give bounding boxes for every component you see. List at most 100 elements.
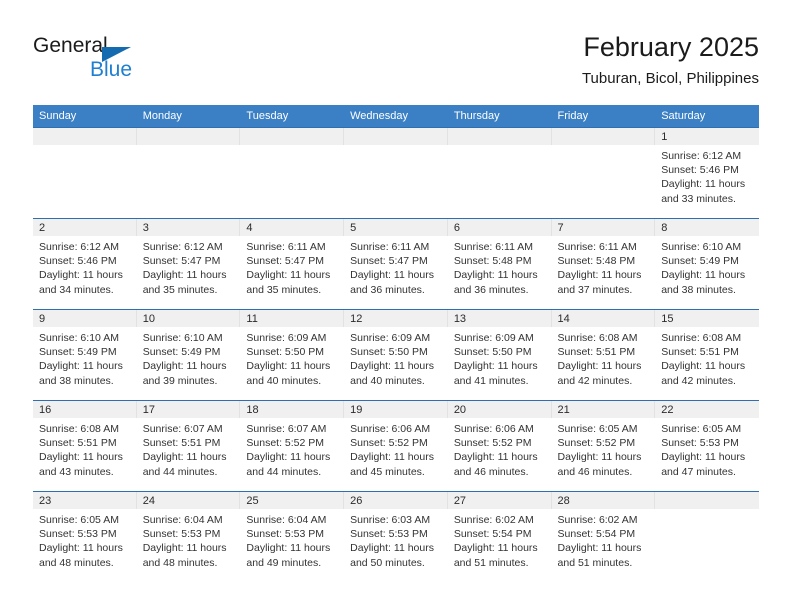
sunset-text: Sunset: 5:50 PM [246,346,325,359]
daylight-text-line1: Daylight: 11 hours [246,269,331,282]
daylight-text-line2: and 45 minutes. [350,465,425,478]
day-number [552,128,655,130]
calendar-day-cell[interactable]: 10 Sunrise: 6:10 AM Sunset: 5:49 PM Dayligh… [136,309,241,401]
sunset-text: Sunset: 5:47 PM [246,255,325,268]
sunrise-text: Sunrise: 6:07 AM [142,423,223,435]
sunrise-text: Sunrise: 6:07 AM [246,423,327,435]
day-number-band: 10 [136,310,241,327]
calendar-day-cell[interactable]: 20 Sunrise: 6:06 AM Sunset: 5:52 PM Dayligh… [447,400,552,492]
day-number: 20 [453,404,467,416]
day-number-band: 21 [551,401,656,418]
daylight-text-line1: Daylight: 11 hours [142,269,227,282]
calendar-day-cell[interactable]: 16 Sunrise: 6:08 AM Sunset: 5:51 PM Dayligh… [33,400,137,492]
day-number [655,492,759,494]
daylight-text-line1: Daylight: 11 hours [453,451,538,464]
day-number-band: 4 [240,219,345,236]
daylight-text-line2: and 40 minutes. [246,374,322,387]
sunrise-text: Sunrise: 6:04 AM [246,514,327,526]
sunrise-text: Sunrise: 6:09 AM [453,332,534,344]
calendar-week-row: 16 Sunrise: 6:08 AM Sunset: 5:51 PM Dayligh… [33,400,759,492]
day-cell-inner: 27 Sunrise: 6:02 AM Sunset: 5:54 PM Dayligh… [447,492,552,582]
calendar-day-cell[interactable]: 1 Sunrise: 6:12 AM Sunset: 5:46 PM Daylight… [655,127,759,219]
day-number-band: 13 [447,310,552,327]
daylight-text-line1: Daylight: 11 hours [350,542,434,555]
daylight-text-line1: Daylight: 11 hours [142,451,227,464]
calendar-day-cell[interactable]: 12 Sunrise: 6:09 AM Sunset: 5:50 PM Dayligh… [344,309,448,401]
calendar-day-cell[interactable]: 19 Sunrise: 6:06 AM Sunset: 5:52 PM Dayligh… [344,400,448,492]
day-number [344,128,447,130]
daylight-text-line1: Daylight: 11 hours [39,451,123,464]
day-number: 23 [39,495,52,507]
day-cell-inner [33,128,137,218]
calendar-day-cell[interactable]: 21 Sunrise: 6:05 AM Sunset: 5:52 PM Dayligh… [551,400,656,492]
sunrise-text: Sunrise: 6:12 AM [39,241,119,253]
daylight-text-line2: and 33 minutes. [661,192,736,205]
day-cell-inner: 14 Sunrise: 6:08 AM Sunset: 5:51 PM Dayligh… [551,310,656,400]
day-number: 10 [142,313,155,325]
sunrise-text: Sunrise: 6:09 AM [350,332,431,344]
day-number-band: 2 [33,219,137,236]
calendar-day-cell[interactable]: 27 Sunrise: 6:02 AM Sunset: 5:54 PM Dayligh… [447,491,552,582]
calendar-day-cell[interactable]: 5 Sunrise: 6:11 AM Sunset: 5:47 PM Daylight… [344,218,448,310]
calendar-empty-cell [240,127,345,219]
daylight-text-line1: Daylight: 11 hours [246,451,331,464]
sunset-text: Sunset: 5:47 PM [350,255,428,268]
daylight-text-line1: Daylight: 11 hours [557,360,642,373]
day-number: 12 [350,313,363,325]
calendar-day-cell[interactable]: 17 Sunrise: 6:07 AM Sunset: 5:51 PM Dayligh… [136,400,241,492]
sunrise-text: Sunrise: 6:11 AM [453,241,533,253]
sunrise-text: Sunrise: 6:12 AM [142,241,223,253]
calendar-day-cell[interactable]: 9 Sunrise: 6:10 AM Sunset: 5:49 PM Daylight… [33,309,137,401]
day-number-band: 27 [447,492,552,509]
weekday-header-tuesday: Tuesday [240,105,345,128]
day-number-band: 11 [240,310,345,327]
calendar-day-cell[interactable]: 11 Sunrise: 6:09 AM Sunset: 5:50 PM Dayligh… [240,309,345,401]
calendar-day-cell[interactable]: 23 Sunrise: 6:05 AM Sunset: 5:53 PM Dayligh… [33,491,137,582]
calendar-day-cell[interactable]: 3 Sunrise: 6:12 AM Sunset: 5:47 PM Daylight… [136,218,241,310]
daylight-text-line2: and 47 minutes. [661,465,736,478]
daylight-text-line1: Daylight: 11 hours [246,360,331,373]
calendar-day-cell[interactable]: 26 Sunrise: 6:03 AM Sunset: 5:53 PM Dayligh… [344,491,448,582]
daylight-text-line1: Daylight: 11 hours [350,451,434,464]
calendar-day-cell[interactable]: 15 Sunrise: 6:08 AM Sunset: 5:51 PM Dayligh… [655,309,759,401]
day-number: 18 [246,404,259,416]
day-details: Sunrise: 6:11 AM Sunset: 5:48 PM Daylight:… [448,236,552,297]
sunset-text: Sunset: 5:49 PM [39,346,117,359]
calendar-day-cell[interactable]: 14 Sunrise: 6:08 AM Sunset: 5:51 PM Dayligh… [551,309,656,401]
calendar-day-cell[interactable]: 24 Sunrise: 6:04 AM Sunset: 5:53 PM Dayligh… [136,491,241,582]
day-number: 4 [246,222,253,234]
day-number: 27 [453,495,467,507]
sunset-text: Sunset: 5:46 PM [39,255,117,268]
day-cell-inner [447,128,552,218]
calendar-day-cell[interactable]: 7 Sunrise: 6:11 AM Sunset: 5:48 PM Daylight… [551,218,656,310]
calendar-day-cell[interactable]: 6 Sunrise: 6:11 AM Sunset: 5:48 PM Daylight… [447,218,552,310]
calendar-day-cell[interactable]: 2 Sunrise: 6:12 AM Sunset: 5:46 PM Daylight… [33,218,137,310]
day-number: 9 [39,313,46,325]
daylight-text-line2: and 42 minutes. [557,374,633,387]
page-subtitle: Tuburan, Bicol, Philippines [581,70,759,87]
day-details: Sunrise: 6:07 AM Sunset: 5:51 PM Daylight:… [137,418,241,479]
day-cell-inner: 5 Sunrise: 6:11 AM Sunset: 5:47 PM Daylight… [344,219,448,309]
calendar-day-cell[interactable]: 18 Sunrise: 6:07 AM Sunset: 5:52 PM Dayligh… [240,400,345,492]
calendar-day-cell[interactable]: 13 Sunrise: 6:09 AM Sunset: 5:50 PM Dayligh… [447,309,552,401]
day-number: 5 [350,222,357,234]
sunrise-text: Sunrise: 6:06 AM [350,423,431,435]
day-number [33,128,136,130]
calendar-day-cell[interactable]: 22 Sunrise: 6:05 AM Sunset: 5:53 PM Dayligh… [655,400,759,492]
daylight-text-line2: and 36 minutes. [350,283,425,296]
sunset-text: Sunset: 5:53 PM [39,528,117,541]
day-number-band: 28 [551,492,656,509]
calendar-day-cell[interactable]: 8 Sunrise: 6:10 AM Sunset: 5:49 PM Daylight… [655,218,759,310]
day-cell-inner [655,492,759,582]
daylight-text-line2: and 46 minutes. [453,465,529,478]
calendar-day-cell[interactable]: 28 Sunrise: 6:02 AM Sunset: 5:54 PM Dayligh… [551,491,656,582]
day-number: 8 [661,222,668,234]
day-number: 15 [661,313,674,325]
sunrise-text: Sunrise: 6:08 AM [39,423,119,435]
daylight-text-line1: Daylight: 11 hours [39,542,123,555]
daylight-text-line2: and 34 minutes. [39,283,114,296]
sunset-text: Sunset: 5:51 PM [557,346,636,359]
calendar-day-cell[interactable]: 4 Sunrise: 6:11 AM Sunset: 5:47 PM Daylight… [240,218,345,310]
calendar-day-cell[interactable]: 25 Sunrise: 6:04 AM Sunset: 5:53 PM Dayligh… [240,491,345,582]
daylight-text-line1: Daylight: 11 hours [661,360,746,373]
